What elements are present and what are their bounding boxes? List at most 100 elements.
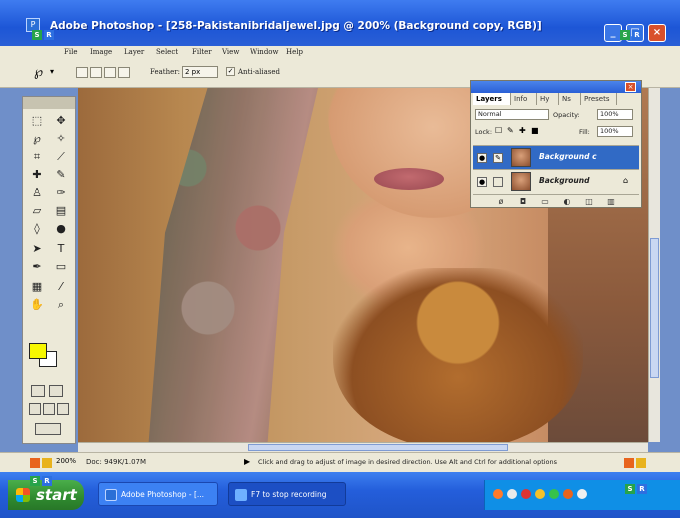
shape-tool-icon[interactable]: ▭ (51, 259, 71, 274)
recorder-badge-icon (624, 458, 634, 468)
menu-help[interactable]: Help (286, 46, 303, 58)
lasso-tool-icon[interactable]: ℘ (34, 65, 43, 80)
layers-panel-close-icon[interactable]: × (625, 82, 636, 92)
screen-mode-full-menu-icon[interactable] (43, 403, 55, 415)
move-tool-icon[interactable]: ✥ (51, 113, 71, 128)
hand-tool-icon[interactable]: ✋ (27, 297, 47, 312)
window-titlebar[interactable]: P Adobe Photoshop - [258-Pakistanibridal… (0, 0, 680, 46)
link-slot-icon[interactable] (493, 177, 503, 187)
crop-tool-icon[interactable]: ⌗ (27, 149, 47, 164)
recorder-badge-icon: S (620, 30, 630, 40)
menu-layer[interactable]: Layer (124, 46, 144, 58)
subtract-selection-icon[interactable] (104, 67, 116, 78)
layer-row[interactable]: ● ✎ Background c (473, 145, 639, 169)
lock-all-icon[interactable]: ■ (531, 126, 539, 135)
menu-select[interactable]: Select (156, 46, 178, 58)
fill-input[interactable]: 100% (597, 126, 633, 137)
tray-app-icon[interactable] (493, 489, 503, 499)
tray-update-icon[interactable] (549, 489, 559, 499)
status-menu-arrow-icon[interactable]: ▶ (244, 457, 250, 466)
horizontal-scrollbar[interactable] (78, 442, 648, 452)
clone-stamp-tool-icon[interactable]: ♙ (27, 185, 47, 200)
taskbar-item-photoshop[interactable]: Adobe Photoshop - [... (98, 482, 218, 506)
lasso-tool-icon[interactable]: ℘ (27, 131, 47, 146)
lock-position-icon[interactable]: ✚ (519, 126, 526, 135)
screen-mode-standard-icon[interactable] (29, 403, 41, 415)
tray-security-icon[interactable] (521, 489, 531, 499)
history-brush-tool-icon[interactable]: ✑ (51, 185, 71, 200)
menu-file[interactable]: File (64, 46, 77, 58)
tool-preset-chevron-icon[interactable]: ▾ (50, 67, 54, 76)
layer-name: Background (539, 176, 590, 185)
dodge-tool-icon[interactable]: ● (51, 221, 71, 236)
path-selection-tool-icon[interactable]: ➤ (27, 241, 47, 256)
close-button[interactable]: × (648, 24, 666, 42)
foreground-color-swatch[interactable] (29, 343, 47, 359)
marquee-tool-icon[interactable]: ⬚ (27, 113, 47, 128)
feather-input[interactable]: 2 px (182, 66, 218, 78)
opacity-label: Opacity: (553, 111, 580, 119)
opacity-input[interactable]: 100% (597, 109, 633, 120)
fill-label: Fill: (579, 128, 590, 136)
type-tool-icon[interactable]: T (51, 241, 71, 256)
toolbox-panel: ⬚ ✥ ℘ ✧ ⌗ ⟋ ✚ ✎ ♙ ✑ ▱ ▤ ◊ ● ➤ T ✒ ▭ ▦ ⁄ … (22, 96, 76, 444)
tray-network-icon[interactable] (507, 489, 517, 499)
adjustment-layer-icon[interactable]: ◐ (561, 196, 573, 207)
layer-row[interactable]: ● Background ⌂ (473, 169, 639, 193)
menu-filter[interactable]: Filter (192, 46, 212, 58)
gradient-tool-icon[interactable]: ▤ (51, 203, 71, 218)
photoshop-app-icon (105, 489, 117, 501)
menu-view[interactable]: View (222, 46, 239, 58)
antialias-checkbox[interactable]: ✓ (226, 67, 235, 76)
standard-mode-icon[interactable] (31, 385, 45, 397)
vertical-scroll-thumb[interactable] (650, 238, 659, 378)
quick-mask-mode-icon[interactable] (49, 385, 63, 397)
zoom-tool-icon[interactable]: ⌕ (51, 297, 71, 312)
tab-info[interactable]: Info (511, 93, 537, 105)
slice-tool-icon[interactable]: ⟋ (51, 149, 71, 164)
vertical-scrollbar[interactable] (648, 88, 660, 442)
eyedropper-tool-icon[interactable]: ⁄ (51, 279, 71, 294)
layers-panel-titlebar[interactable]: × (471, 81, 641, 93)
new-selection-icon[interactable] (76, 67, 88, 78)
intersect-selection-icon[interactable] (118, 67, 130, 78)
tray-recorder-icon[interactable] (563, 489, 573, 499)
notes-tool-icon[interactable]: ▦ (27, 279, 47, 294)
layer-set-icon[interactable]: ▭ (539, 196, 551, 207)
new-layer-icon[interactable]: ◫ (583, 196, 595, 207)
menu-image[interactable]: Image (90, 46, 112, 58)
horizontal-scroll-thumb[interactable] (248, 444, 508, 451)
add-selection-icon[interactable] (90, 67, 102, 78)
visibility-eye-icon[interactable]: ● (477, 177, 487, 187)
tab-navigator[interactable]: Ns (559, 93, 581, 105)
tab-history[interactable]: Hy (537, 93, 559, 105)
tray-volume-icon[interactable] (535, 489, 545, 499)
recorder-badge-icon: R (637, 484, 647, 494)
jump-to-imageready-icon[interactable] (35, 423, 61, 435)
zoom-level[interactable]: 200% (56, 457, 76, 465)
screen-mode-full-icon[interactable] (57, 403, 69, 415)
magic-wand-tool-icon[interactable]: ✧ (51, 131, 71, 146)
healing-brush-tool-icon[interactable]: ✚ (27, 167, 47, 182)
brush-tool-icon[interactable]: ✎ (51, 167, 71, 182)
blend-mode-select[interactable]: Normal (475, 109, 549, 120)
taskbar-item-recorder[interactable]: F7 to stop recording (228, 482, 346, 506)
recorder-badge-icon: R (632, 30, 642, 40)
recorder-app-icon (235, 489, 247, 501)
blur-tool-icon[interactable]: ◊ (27, 221, 47, 236)
menu-window[interactable]: Window (250, 46, 279, 58)
lock-transparency-icon[interactable]: ☐ (495, 126, 502, 135)
visibility-eye-icon[interactable]: ● (477, 153, 487, 163)
trash-icon[interactable]: ▥ (605, 196, 617, 207)
toolbox-header[interactable] (23, 97, 75, 109)
layer-style-icon[interactable]: ø (495, 196, 507, 207)
pen-tool-icon[interactable]: ✒ (27, 259, 47, 274)
brush-link-icon[interactable]: ✎ (493, 153, 503, 163)
lock-image-icon[interactable]: ✎ (507, 126, 514, 135)
tab-presets[interactable]: Presets (581, 93, 617, 105)
eraser-tool-icon[interactable]: ▱ (27, 203, 47, 218)
tray-messenger-icon[interactable] (577, 489, 587, 499)
tab-layers[interactable]: Layers (473, 93, 511, 105)
layer-mask-icon[interactable]: ◘ (517, 196, 529, 207)
status-bar: 200% Doc: 949K/1.07M ▶ Click and drag to… (0, 452, 680, 472)
